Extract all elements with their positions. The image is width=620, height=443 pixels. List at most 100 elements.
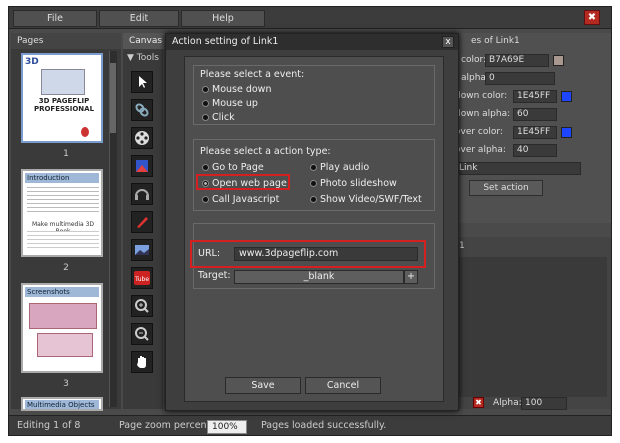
option-click[interactable]: Click — [212, 112, 235, 123]
thumb-badge: 3D — [25, 57, 39, 67]
radio-open-web-page[interactable] — [202, 180, 209, 187]
zoom-label: Page zoom percent: — [119, 420, 214, 431]
dialog-body: Please select a event: Mouse down Mouse … — [184, 56, 444, 402]
lower-panel: 1 ✖ Alpha: 100 — [451, 237, 611, 410]
menu-bar: File Edit Help ✖ — [9, 7, 611, 29]
pen-icon[interactable] — [131, 211, 153, 233]
down-color-input[interactable]: 1E45FF — [513, 90, 557, 103]
action-group-label: Please select a action type: — [200, 146, 331, 157]
zoom-in-icon[interactable] — [131, 295, 153, 317]
option-mouse-up[interactable]: Mouse up — [212, 98, 258, 109]
screenshot-image — [29, 303, 97, 329]
link-icon[interactable] — [131, 99, 153, 121]
action-type-group: Please select a action type: Go to Page … — [193, 139, 435, 211]
status-bar: Editing 1 of 8 Page zoom percent: 100% P… — [9, 415, 611, 435]
properties-panel: es of Link1 color: B7A69E alpha: 0 down … — [451, 33, 611, 223]
option-show-video[interactable]: Show Video/SWF/Text — [320, 194, 422, 205]
url-label: URL: — [198, 248, 221, 259]
chevron-down-icon: ▼ — [127, 53, 137, 63]
radio-mouse-down[interactable] — [202, 86, 209, 93]
option-call-javascript[interactable]: Call Javascript — [212, 194, 279, 205]
target-select[interactable]: _blank — [234, 270, 404, 284]
lower-panel-title: 1 — [459, 241, 465, 251]
page-number-1: 1 — [63, 149, 69, 159]
film-reel-icon[interactable] — [131, 127, 153, 149]
screenshot-image — [37, 333, 93, 357]
target-label: Target: — [198, 270, 231, 281]
picture-icon[interactable] — [131, 239, 153, 261]
radio-mouse-up[interactable] — [202, 100, 209, 107]
lower-panel-content — [455, 257, 607, 397]
alpha-label: Alpha: — [493, 398, 522, 408]
option-mouse-down[interactable]: Mouse down — [212, 84, 271, 95]
option-photo-slideshow[interactable]: Photo slideshow — [320, 178, 397, 189]
pages-scrollbar-thumb[interactable] — [110, 63, 116, 133]
zoom-out-icon[interactable] — [131, 323, 153, 345]
thumb-heading: Multimedia Objects — [25, 400, 99, 409]
option-open-web-page[interactable]: Open web page — [212, 178, 287, 189]
status-message: Pages loaded successfully. — [261, 420, 387, 431]
over-color-swatch[interactable] — [561, 127, 572, 138]
app-window: File Edit Help ✖ Pages 3D 3D PAGEFLIP PR… — [8, 6, 612, 436]
pages-title: Pages — [11, 33, 121, 49]
link-name-input[interactable]: Link — [455, 162, 581, 175]
url-input[interactable]: www.3dpageflip.com — [234, 247, 418, 261]
close-icon[interactable]: ✖ — [584, 10, 600, 25]
page-number-3: 3 — [63, 379, 69, 389]
help-menu[interactable]: Help — [181, 10, 265, 27]
properties-title: es of Link1 — [471, 36, 520, 46]
edit-menu[interactable]: Edit — [99, 10, 179, 27]
radio-go-to-page[interactable] — [202, 164, 209, 171]
option-go-to-page[interactable]: Go to Page — [212, 162, 264, 173]
zoom-input[interactable]: 100% — [207, 420, 247, 434]
url-group: URL: www.3dpageflip.com Target: _blank + — [190, 223, 435, 289]
youtube-icon[interactable]: Tube — [131, 267, 153, 289]
cancel-button[interactable]: Cancel — [305, 377, 381, 394]
down-alpha-input[interactable]: 60 — [513, 108, 557, 121]
radio-call-javascript[interactable] — [202, 196, 209, 203]
target-add-button[interactable]: + — [404, 270, 418, 284]
tools-panel: ▼ Tools Tube — [123, 49, 163, 409]
down-color-swatch[interactable] — [561, 91, 572, 102]
seal-icon — [81, 127, 89, 137]
image-icon[interactable] — [131, 155, 153, 177]
down-color-label: down color: — [455, 91, 508, 101]
event-group-label: Please select a event: — [200, 69, 305, 80]
file-menu[interactable]: File — [13, 10, 97, 27]
dialog-close-button[interactable]: x — [442, 36, 454, 48]
set-action-button[interactable]: Set action — [469, 180, 543, 196]
thumb-heading: 3D PAGEFLIP PROFESSIONAL — [33, 97, 95, 113]
alpha-input[interactable]: 0 — [485, 72, 555, 85]
over-alpha-input[interactable]: 40 — [513, 144, 557, 157]
color-swatch[interactable] — [553, 55, 564, 66]
over-alpha-label: over alpha: — [455, 145, 506, 155]
thumb-text-lines — [27, 231, 99, 251]
page-thumb-4[interactable]: Multimedia Objects — [21, 397, 103, 411]
tools-title: ▼ Tools — [127, 53, 159, 63]
action-setting-dialog: Action setting of Link1 x Please select … — [165, 33, 459, 411]
alpha-value-input[interactable]: 100 — [521, 397, 567, 410]
headphones-icon[interactable] — [131, 183, 153, 205]
page-thumb-3[interactable]: Screenshots — [21, 283, 103, 373]
delete-icon[interactable]: ✖ — [473, 397, 484, 408]
svg-text:Tube: Tube — [134, 276, 149, 283]
hand-icon[interactable] — [131, 351, 153, 373]
dialog-title: Action setting of Link1 — [166, 34, 458, 50]
event-group: Please select a event: Mouse down Mouse … — [193, 65, 435, 125]
pointer-icon[interactable] — [131, 71, 153, 93]
radio-play-audio[interactable] — [310, 164, 317, 171]
save-button[interactable]: Save — [225, 377, 301, 394]
option-play-audio[interactable]: Play audio — [320, 162, 369, 173]
page-number-2: 2 — [63, 263, 69, 273]
radio-show-video[interactable] — [310, 196, 317, 203]
over-color-input[interactable]: 1E45FF — [513, 126, 557, 139]
page-thumb-2[interactable]: Introduction Make multimedia 3D Book — [21, 169, 103, 257]
page-thumb-1[interactable]: 3D 3D PAGEFLIP PROFESSIONAL — [21, 53, 103, 143]
radio-click[interactable] — [202, 114, 209, 121]
thumb-heading: Introduction — [25, 173, 99, 183]
radio-photo-slideshow[interactable] — [310, 180, 317, 187]
thumb-text-lines — [27, 187, 99, 215]
laptop-image — [41, 69, 85, 95]
color-input[interactable]: B7A69E — [485, 54, 549, 67]
down-alpha-label: down alpha: — [455, 109, 511, 119]
